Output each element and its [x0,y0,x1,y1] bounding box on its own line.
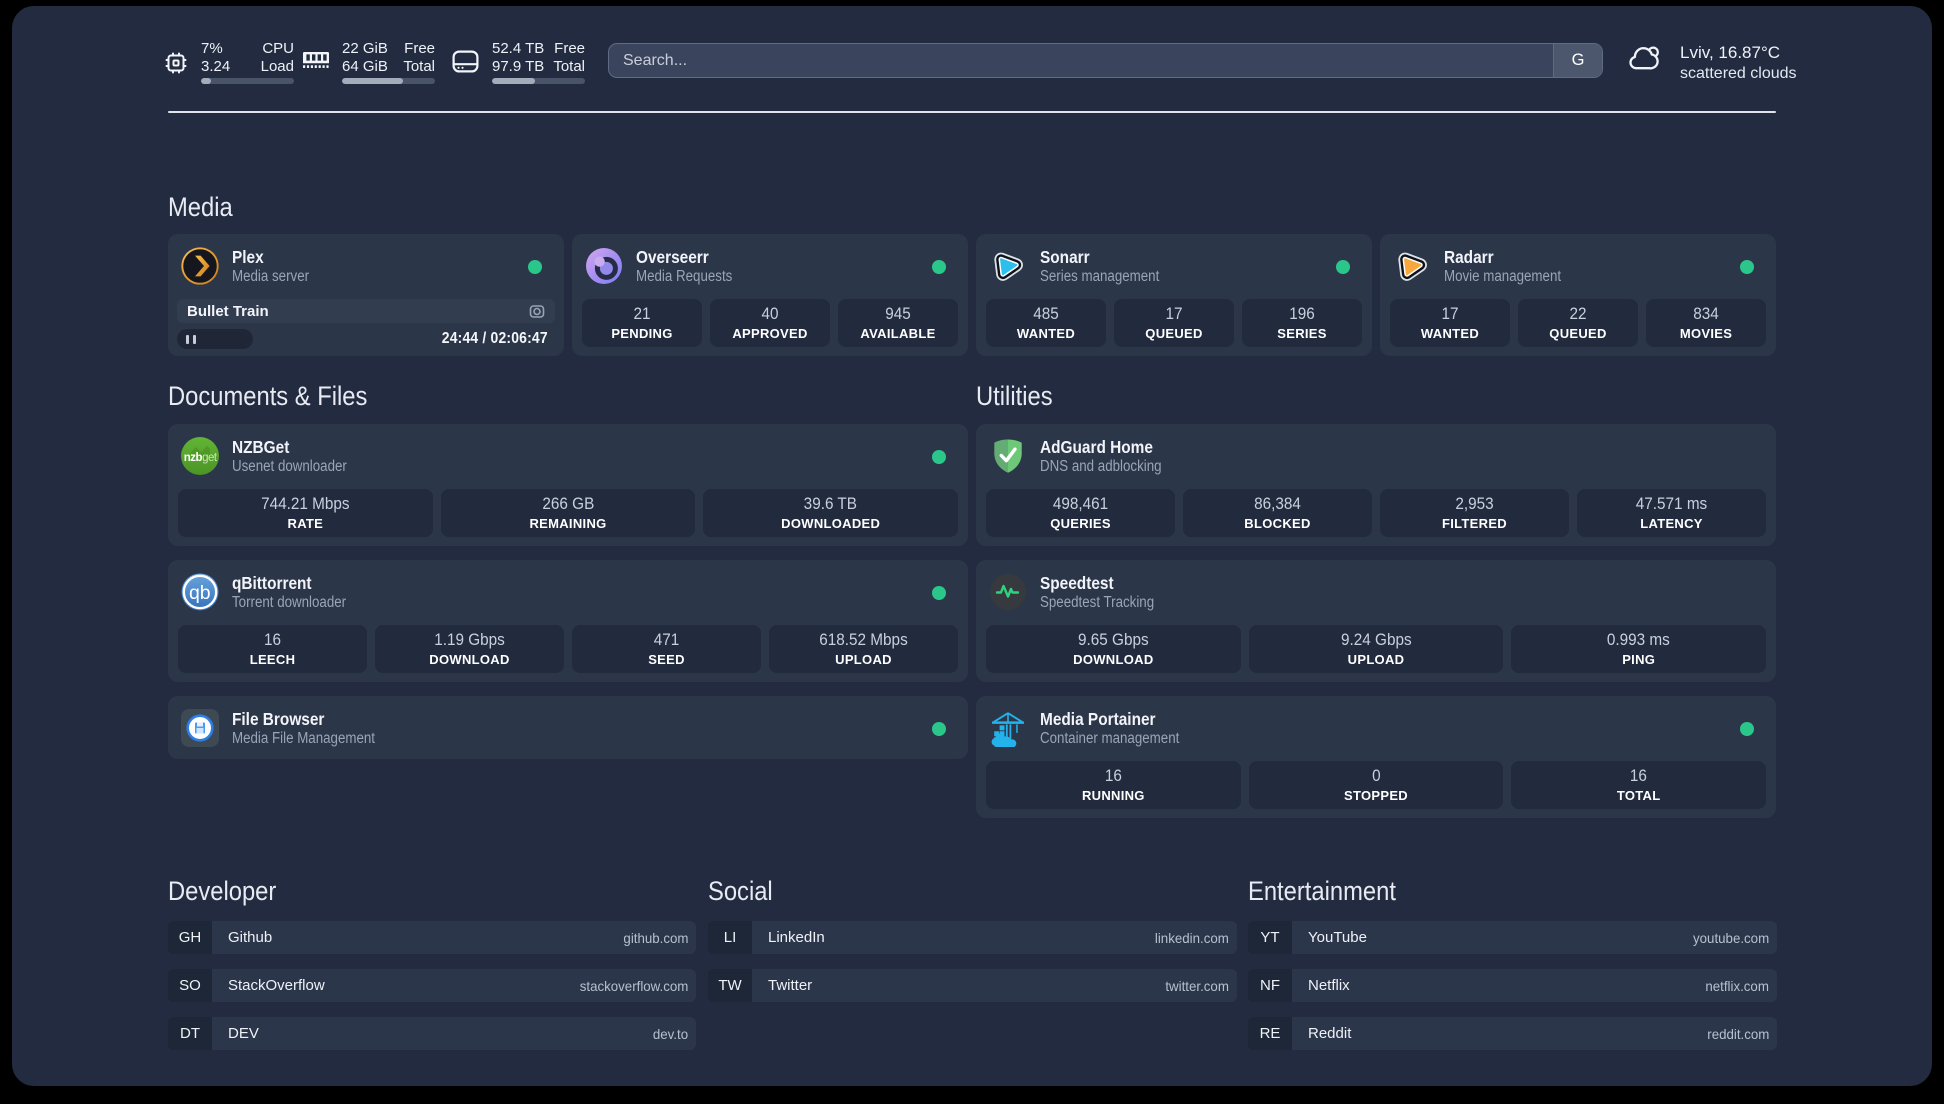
svg-text:nzbget: nzbget [184,452,218,464]
svg-text:qb: qb [189,582,211,604]
